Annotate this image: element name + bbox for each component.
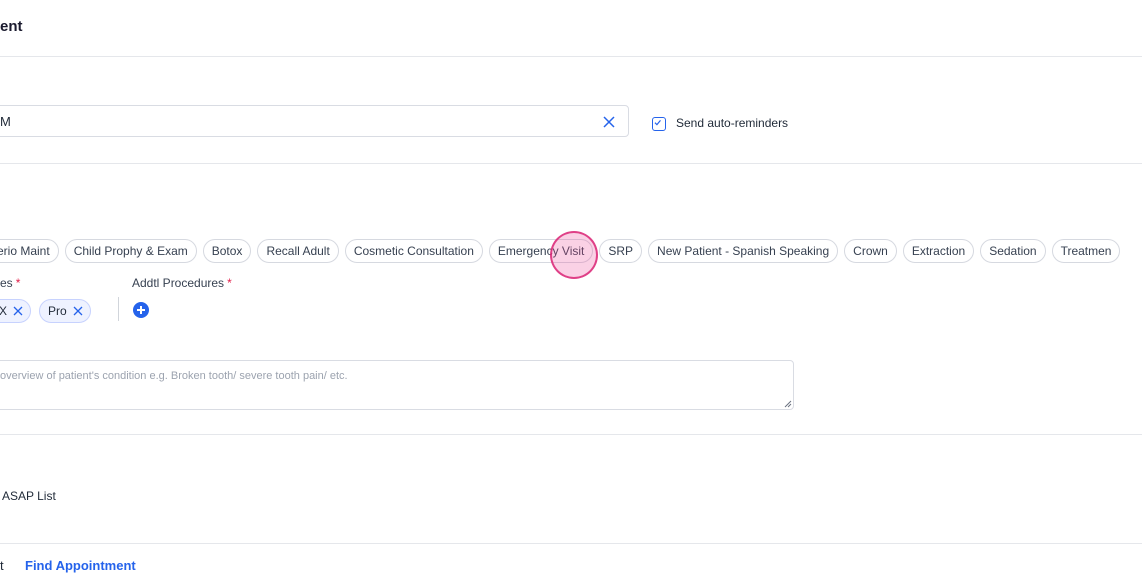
chip-recall-adult[interactable]: Recall Adult	[257, 239, 339, 263]
plus-icon	[137, 306, 145, 314]
footer-text[interactable]: t	[0, 558, 4, 573]
remove-icon[interactable]	[72, 305, 84, 317]
resize-handle-icon[interactable]	[784, 400, 792, 408]
divider	[0, 56, 1142, 57]
divider	[118, 297, 119, 321]
procedure-tag-label: Pro	[48, 304, 67, 318]
send-reminders-label: Send auto-reminders	[676, 116, 789, 130]
page-title: ent	[0, 18, 23, 35]
divider	[0, 163, 1142, 164]
procedure-tag-label: MX	[0, 304, 7, 318]
chip-sedation[interactable]: Sedation	[980, 239, 1046, 263]
addtl-procedures-label: Addtl Procedures *	[132, 276, 232, 290]
required-marker: *	[227, 276, 232, 290]
asap-list-label[interactable]: ASAP List	[2, 489, 56, 503]
clear-icon[interactable]	[601, 114, 617, 130]
notes-textarea[interactable]	[0, 360, 794, 410]
chip-crown[interactable]: Crown	[844, 239, 897, 263]
procedures-label-text: es	[0, 276, 13, 290]
time-input-value: M	[0, 114, 11, 129]
chip-botox[interactable]: Botox	[202, 239, 252, 263]
send-reminders-checkbox[interactable]	[652, 117, 666, 131]
checkmark-icon	[654, 119, 661, 126]
click-indicator	[550, 231, 598, 279]
addtl-procedures-label-text: Addtl Procedures	[132, 276, 225, 290]
notes-placeholder: overview of patient's condition e.g. Bro…	[0, 370, 348, 382]
required-marker: *	[15, 276, 21, 290]
procedure-tags: MX Pro	[0, 299, 91, 323]
chip-perio-maint[interactable]: Perio Maint	[0, 239, 59, 263]
procedure-tag: Pro	[39, 299, 91, 323]
divider	[0, 543, 1142, 544]
add-procedure-button[interactable]	[133, 302, 149, 318]
chip-extraction[interactable]: Extraction	[902, 239, 975, 263]
remove-icon[interactable]	[12, 305, 24, 317]
time-input[interactable]	[0, 105, 629, 137]
chip-treatment[interactable]: Treatmen	[1051, 239, 1121, 263]
find-appointment-link[interactable]: Find Appointment	[25, 558, 136, 573]
divider	[0, 434, 1142, 435]
chip-cosmetic-consultation[interactable]: Cosmetic Consultation	[344, 239, 483, 263]
procedures-label: es *	[0, 276, 20, 290]
chip-srp[interactable]: SRP	[599, 239, 643, 263]
procedure-tag: MX	[0, 299, 31, 323]
chip-new-patient-spanish[interactable]: New Patient - Spanish Speaking	[648, 239, 839, 263]
chip-child-prophy[interactable]: Child Prophy & Exam	[64, 239, 197, 263]
